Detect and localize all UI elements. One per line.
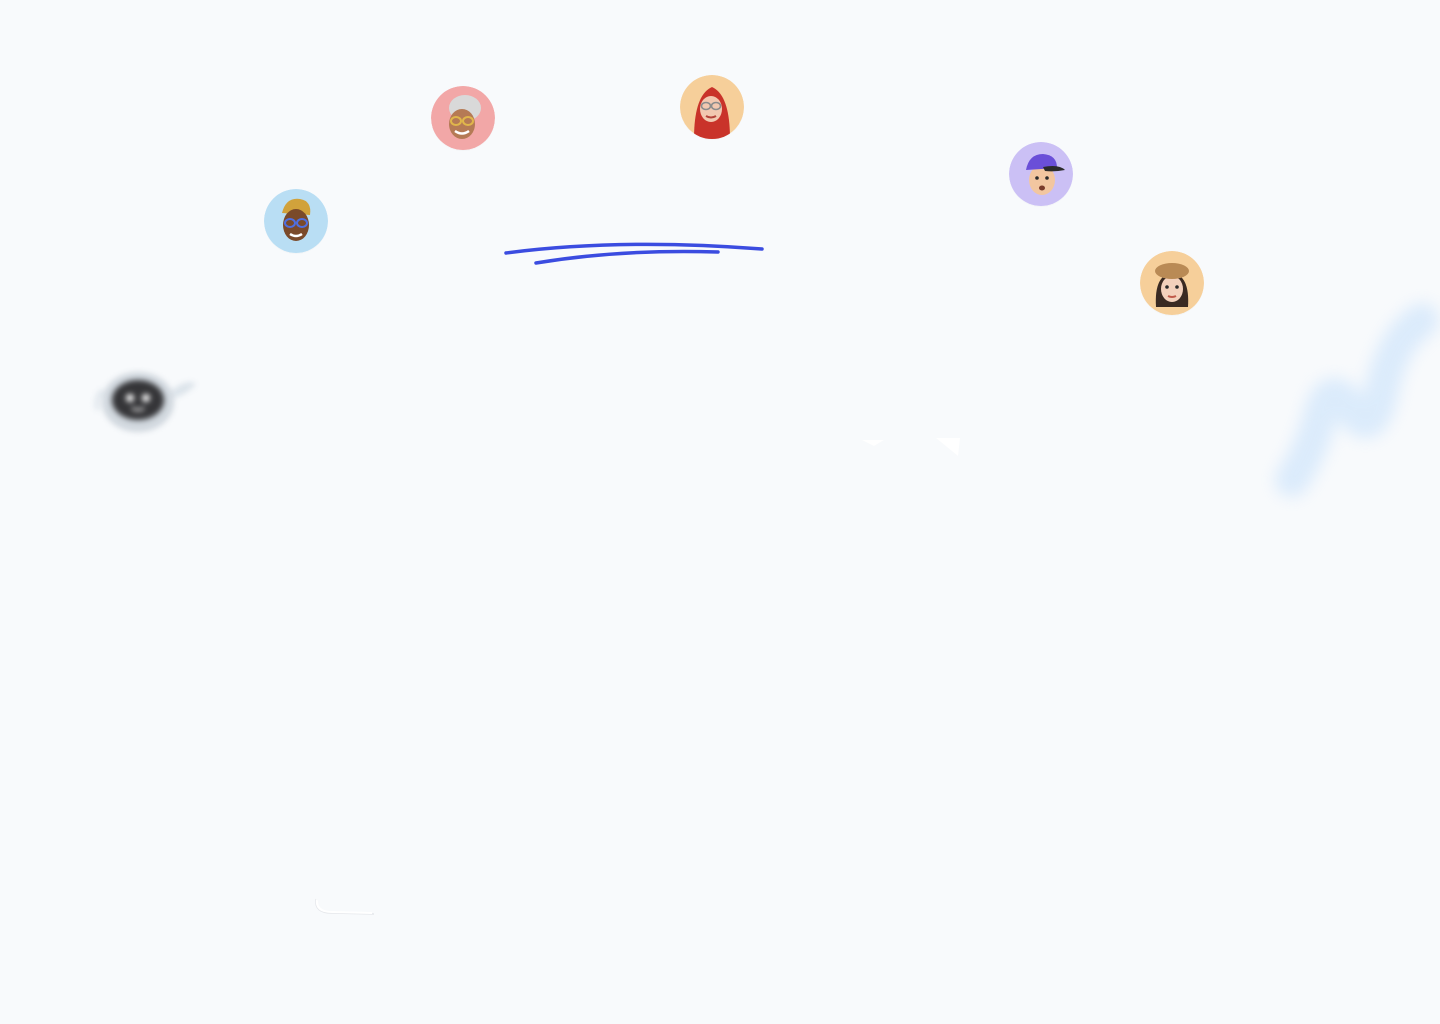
avatar-woman-beret bbox=[1140, 251, 1204, 315]
blue-squiggle-icon bbox=[1275, 303, 1439, 497]
avatar-hijab-woman bbox=[680, 75, 744, 139]
memoji-man-glasses-icon bbox=[264, 189, 328, 253]
decorative-shapes bbox=[862, 438, 960, 456]
memoji-woman-beret-icon bbox=[1140, 251, 1204, 315]
avatar-man-glasses bbox=[264, 189, 328, 253]
avatar-man-cap bbox=[1009, 142, 1073, 206]
page-canvas bbox=[0, 0, 1440, 1024]
memoji-hijab-woman-icon bbox=[680, 75, 744, 139]
decorative-curve bbox=[315, 898, 375, 915]
robot-mascot-icon bbox=[94, 372, 196, 432]
memoji-man-cap-icon bbox=[1009, 142, 1073, 206]
underline-strokes-icon bbox=[504, 242, 764, 265]
avatar-older-woman bbox=[431, 86, 495, 150]
memoji-older-woman-icon bbox=[431, 86, 495, 150]
